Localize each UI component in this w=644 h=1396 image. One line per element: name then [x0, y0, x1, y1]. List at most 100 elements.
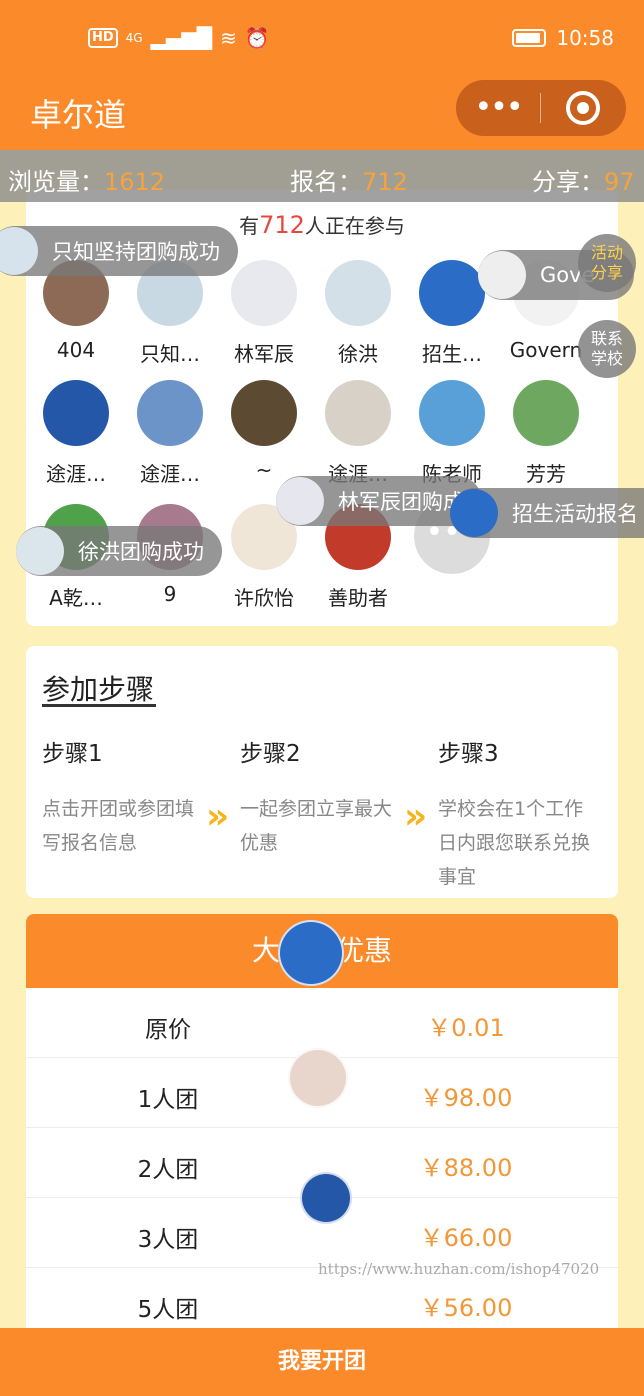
toast-text: 徐洪团购成功: [78, 540, 204, 564]
step-1: 步骤1 点击开团或参团填写报名信息: [42, 734, 206, 860]
share-activity-button[interactable]: 活动 分享: [578, 234, 636, 292]
stat-signups-label: 报名：: [290, 168, 362, 196]
tier-price: ￥0.01: [427, 1014, 505, 1042]
toast-text: 招生活动报名: [512, 502, 638, 526]
step-title: 步骤3: [438, 741, 499, 767]
step-title: 步骤1: [42, 741, 103, 767]
purchase-toast: 只知坚持团购成功: [0, 226, 238, 276]
start-group-button[interactable]: 我要开团: [0, 1328, 644, 1396]
participant-name: 途涯…: [140, 462, 200, 486]
page-title: 卓尔道: [30, 96, 127, 134]
alarm-icon: ⏰: [244, 26, 270, 50]
participant-name: 许欣怡: [234, 586, 294, 610]
step-desc: 点击开团或参团填写报名信息: [42, 798, 195, 854]
stat-shares-value: 97: [604, 168, 635, 196]
title-underline: [42, 704, 156, 707]
watermark: https://www.huzhan.com/ishop47020: [318, 1260, 600, 1278]
mini-program-capsule: •••: [456, 80, 626, 136]
contact-line1: 联系: [590, 329, 623, 348]
signal-icon: ▂▄▆█: [150, 26, 213, 50]
steps-card: 参加步骤 步骤1 点击开团或参团填写报名信息 » 步骤2 一起参团立享最大优惠 …: [26, 646, 618, 898]
avatar: [450, 489, 498, 537]
more-options-icon[interactable]: •••: [456, 80, 540, 136]
step-2: 步骤2 一起参团立享最大优惠: [240, 734, 404, 860]
battery-icon: [512, 29, 547, 47]
participant-name: 招生…: [422, 342, 482, 366]
avatar: [276, 477, 324, 525]
avatar: [419, 380, 485, 446]
participant-name: 善助者: [328, 586, 388, 610]
participant-name: 9: [163, 582, 177, 606]
wifi-icon: ≋: [220, 26, 237, 50]
avatar: [419, 260, 485, 326]
step-desc: 学校会在1个工作日内跟您联系兑换事宜: [438, 798, 591, 888]
step-title: 步骤2: [240, 741, 301, 767]
avatar: [0, 227, 38, 275]
avatar: [325, 380, 391, 446]
toast-text: 只知坚持团购成功: [52, 240, 220, 264]
participant-item: 只知…: [122, 260, 218, 367]
avatar: [137, 380, 203, 446]
participants-count: 712: [259, 211, 305, 239]
stat-shares-label: 分享：: [532, 168, 604, 196]
participants-suffix: 人正在参与: [304, 214, 405, 238]
participant-item: 陈老师: [404, 380, 500, 487]
close-button[interactable]: [541, 91, 625, 125]
stat-signups: 报名：712: [290, 162, 408, 197]
steps-title: 参加步骤: [42, 673, 155, 706]
purchase-toast: 徐洪团购成功: [16, 526, 222, 576]
participant-item: 芳芳: [498, 380, 594, 487]
participant-item: ~: [216, 380, 312, 482]
stat-views-value: 1612: [104, 168, 166, 196]
floating-avatar: [288, 1048, 348, 1108]
network-label: 4G: [125, 31, 143, 45]
participant-name: A乾…: [49, 586, 103, 610]
nav-bar: 卓尔道 •••: [0, 80, 644, 150]
participant-name: 林军辰: [234, 342, 294, 366]
chevron-right-icon: »: [404, 796, 428, 837]
participant-name: 芳芳: [526, 462, 566, 486]
participant-item: 途涯…: [122, 380, 218, 487]
stats-bar: 浏览量：1612 报名：712 分享：97: [0, 150, 644, 202]
avatar: [16, 527, 64, 575]
tier-label: 5人团: [137, 1297, 199, 1323]
avatar: [478, 251, 526, 299]
step-desc: 一起参团立享最大优惠: [240, 798, 393, 854]
tier-price: ￥88.00: [419, 1154, 513, 1182]
avatar: [231, 380, 297, 446]
tier-price: ￥98.00: [419, 1084, 513, 1112]
participants-prefix: 有: [239, 214, 260, 238]
avatar: [231, 260, 297, 326]
tier-price: ￥66.00: [419, 1224, 513, 1252]
contact-school-button[interactable]: 联系 学校: [578, 320, 636, 378]
clock: 10:58: [556, 26, 614, 50]
tier-label: 原价: [145, 1017, 191, 1043]
avatar: [513, 380, 579, 446]
stat-shares: 分享：97: [532, 162, 635, 197]
status-bar: HD 4G ▂▄▆█ ≋ ⏰ 10:58: [0, 0, 644, 80]
tier-label: 3人团: [137, 1227, 199, 1253]
tier-label: 2人团: [137, 1157, 199, 1183]
pricing-table: 原价 ￥0.01 1人团 ￥98.00 2人团 ￥88.00 3人团 ￥66.00 5人团 ￥56…: [26, 988, 618, 1338]
participant-item: 徐洪: [310, 260, 406, 367]
participant-name: 只知…: [140, 342, 200, 366]
avatar: [43, 380, 109, 446]
floating-avatar: [300, 1172, 352, 1224]
contact-line2: 学校: [590, 349, 623, 368]
status-indicators: HD 4G ▂▄▆█ ≋ ⏰: [88, 26, 270, 50]
participant-name: 途涯…: [46, 462, 106, 486]
participant-item: 途涯…: [28, 380, 124, 487]
share-line2: 分享: [590, 263, 623, 282]
toast-text: 林军辰团购成: [338, 490, 464, 514]
status-right: 10:58: [512, 26, 614, 50]
share-line1: 活动: [590, 243, 623, 262]
target-icon: [566, 91, 600, 125]
floating-avatar: [278, 920, 344, 986]
participant-name: 徐洪: [338, 342, 378, 366]
tier-price: ￥56.00: [419, 1294, 513, 1322]
chevron-right-icon: »: [206, 796, 230, 837]
avatar: [325, 260, 391, 326]
hd-icon: HD: [88, 28, 118, 48]
purchase-toast: 招生活动报名: [450, 488, 644, 538]
participant-name: 404: [56, 338, 96, 362]
